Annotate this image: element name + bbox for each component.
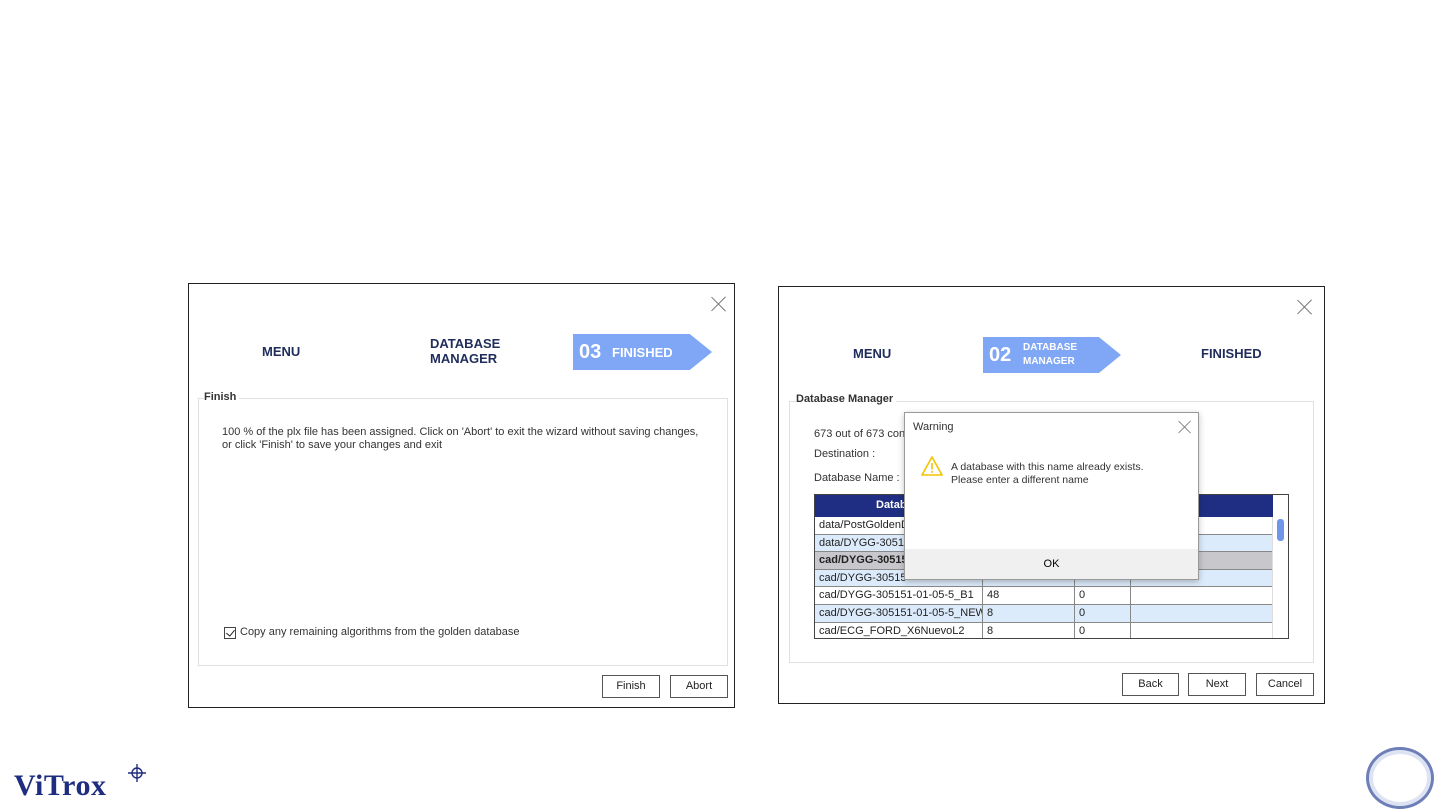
step-database-manager-line1: DATABASE bbox=[430, 336, 501, 351]
table-row[interactable]: cad/DYGG-305151-01-05-5_NEW 8 0 bbox=[815, 605, 1273, 623]
table-row[interactable]: cad/ECG_FORD_X6NuevoL2 8 0 bbox=[815, 622, 1273, 638]
copy-algorithms-label: Copy any remaining algorithms from the g… bbox=[240, 626, 520, 638]
table-cell: 0 bbox=[1075, 622, 1131, 638]
finish-button[interactable]: Finish bbox=[602, 675, 660, 698]
table-cell: 8 bbox=[983, 622, 1075, 638]
destination-label: Destination : bbox=[814, 448, 876, 460]
assigned-count-text: 673 out of 673 con bbox=[814, 428, 906, 440]
table-cell bbox=[1131, 587, 1273, 604]
step-label: DATABASE MANAGER bbox=[1023, 341, 1077, 369]
close-icon[interactable] bbox=[1178, 420, 1192, 434]
table-header-database[interactable]: Datab bbox=[876, 499, 907, 511]
table-scrollbar[interactable] bbox=[1272, 517, 1288, 638]
step-number: 02 bbox=[989, 344, 1012, 366]
table-cell: 48 bbox=[983, 587, 1075, 604]
warning-footer: OK bbox=[905, 549, 1198, 579]
warning-message-line2: Please enter a different name bbox=[951, 474, 1089, 486]
table-cell: 8 bbox=[983, 605, 1075, 622]
table-row[interactable]: cad/DYGG-305151-01-05-5_B1 48 0 bbox=[815, 587, 1273, 605]
crosshair-icon bbox=[128, 764, 146, 782]
step-label-line1: DATABASE bbox=[1023, 342, 1078, 353]
next-button[interactable]: Next bbox=[1188, 673, 1246, 696]
finish-message-line1: 100 % of the plx file has been assigned.… bbox=[222, 426, 699, 438]
finish-group-title: Finish bbox=[204, 391, 240, 403]
warning-icon bbox=[921, 456, 943, 476]
step-menu: MENU bbox=[853, 346, 892, 361]
table-cell bbox=[1131, 605, 1273, 622]
table-cell: cad/ECG_FORD_X6NuevoL2 bbox=[815, 622, 983, 638]
ok-button[interactable]: OK bbox=[905, 549, 1198, 579]
step-finished: FINISHED bbox=[1201, 346, 1262, 361]
copy-algorithms-checkbox[interactable] bbox=[224, 627, 236, 639]
database-manager-group-title: Database Manager bbox=[796, 393, 897, 405]
step-database-manager-line2: MANAGER bbox=[430, 351, 498, 366]
warning-message-line1: A database with this name already exists… bbox=[951, 461, 1144, 473]
table-cell: cad/DYGG-305151-01-05-5_NEW bbox=[815, 605, 983, 622]
warning-title: Warning bbox=[913, 421, 954, 433]
cancel-button[interactable]: Cancel bbox=[1256, 673, 1314, 696]
step-number: 03 bbox=[579, 341, 602, 363]
step-label: FINISHED bbox=[612, 345, 673, 360]
step-menu: MENU bbox=[262, 344, 301, 359]
database-manager-window: MENU 02 DATABASE MANAGER FINISHED Databa… bbox=[778, 286, 1325, 704]
vitrox-logo: ViTrox bbox=[14, 769, 107, 802]
step-database-manager-active: 02 DATABASE MANAGER bbox=[983, 337, 1121, 373]
table-cell: cad/DYGG-305151-01-05-5_B1 bbox=[815, 587, 983, 604]
scrollbar-thumb[interactable] bbox=[1277, 519, 1284, 541]
step-finished-active: 03 FINISHED bbox=[573, 334, 712, 370]
warning-dialog: Warning A database with this name alread… bbox=[904, 412, 1199, 580]
step-label-line2: MANAGER bbox=[1023, 356, 1075, 367]
database-name-label: Database Name : bbox=[814, 472, 900, 484]
abort-button[interactable]: Abort bbox=[670, 675, 728, 698]
finish-wizard-window: MENU DATABASE MANAGER 03 FINISHED Finish… bbox=[188, 283, 735, 708]
close-icon[interactable] bbox=[711, 296, 727, 312]
back-button[interactable]: Back bbox=[1122, 673, 1179, 696]
table-cell: 0 bbox=[1075, 587, 1131, 604]
table-cell: 0 bbox=[1075, 605, 1131, 622]
decorative-circle bbox=[1366, 747, 1434, 809]
table-cell bbox=[1131, 623, 1273, 638]
close-icon[interactable] bbox=[1297, 299, 1313, 315]
finish-message-line2: or click 'Finish' to save your changes a… bbox=[222, 439, 443, 451]
step-database-manager: DATABASE MANAGER bbox=[430, 336, 500, 366]
